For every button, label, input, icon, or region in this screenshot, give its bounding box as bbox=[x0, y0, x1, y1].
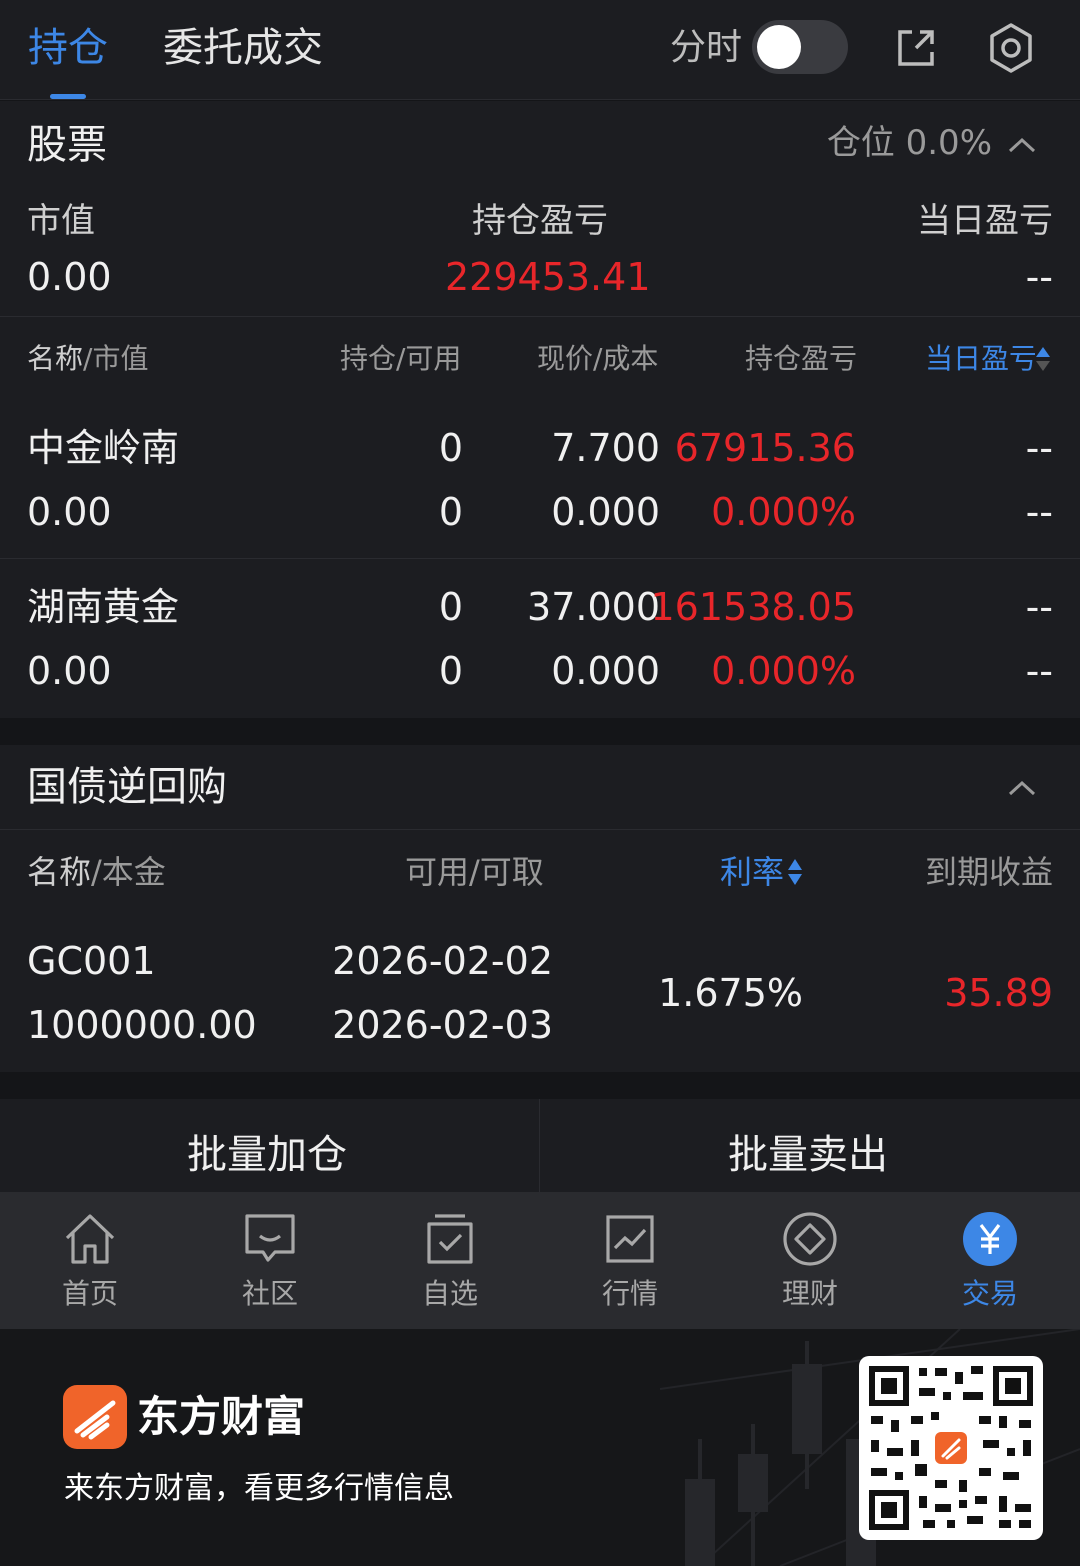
banner-slogan: 来东方财富，看更多行情信息 bbox=[64, 1471, 454, 1506]
stock-cost: 0.000 bbox=[551, 649, 660, 693]
repo-principal: 1000000.00 bbox=[27, 1003, 257, 1047]
col-header-daily-pl[interactable]: 当日盈亏 bbox=[925, 341, 1035, 377]
nav-community-label: 社区 bbox=[241, 1277, 298, 1310]
divider bbox=[0, 316, 1080, 317]
repo-col-header-income[interactable]: 到期收益 bbox=[925, 851, 1053, 893]
nav-home[interactable]: 首页 bbox=[30, 1210, 150, 1320]
repo-col-header-name-primary: 名称 bbox=[27, 853, 92, 891]
tab-orders[interactable]: 委托成交 bbox=[163, 22, 323, 74]
nav-trade-label: 交易 bbox=[961, 1277, 1018, 1310]
market-value: 0.00 bbox=[27, 255, 112, 299]
top-bar: 持仓 委托成交 分时 bbox=[0, 0, 1080, 100]
nav-home-label: 首页 bbox=[61, 1277, 118, 1310]
stock-hold: 0 bbox=[438, 426, 463, 470]
gear-icon[interactable] bbox=[985, 22, 1037, 74]
stock-daily-pl: -- bbox=[1025, 585, 1053, 629]
bottom-nav: 首页 社区 自选 行情 理财 交易 bbox=[0, 1192, 1080, 1329]
brand-name: 东方财富 bbox=[137, 1392, 306, 1441]
logo-icon bbox=[63, 1385, 127, 1449]
repo-income: 35.89 bbox=[944, 971, 1053, 1015]
nav-market-label: 行情 bbox=[601, 1277, 658, 1310]
wealth-icon bbox=[783, 1212, 837, 1266]
stock-pl: 161538.05 bbox=[650, 585, 857, 629]
stock-pl: 67915.36 bbox=[674, 426, 856, 470]
market-value-label: 市值 bbox=[27, 201, 95, 241]
sort-icon[interactable] bbox=[787, 857, 803, 887]
stock-available: 0 bbox=[438, 490, 463, 534]
nav-watchlist[interactable]: 自选 bbox=[390, 1210, 510, 1320]
stock-hold: 0 bbox=[438, 585, 463, 629]
share-external-icon[interactable] bbox=[892, 24, 940, 72]
stock-name: 中金岭南 bbox=[27, 426, 180, 470]
col-header-name[interactable]: 名称/市值 bbox=[27, 341, 148, 377]
fenshi-label: 分时 bbox=[670, 27, 743, 68]
stock-price: 37.000 bbox=[527, 585, 660, 629]
stock-section-title: 股票 bbox=[27, 122, 107, 168]
daily-pl-value: -- bbox=[1025, 255, 1053, 299]
stock-name: 湖南黄金 bbox=[27, 585, 180, 629]
repo-rate: 1.675% bbox=[658, 971, 803, 1015]
repo-col-header-name-secondary: /本金 bbox=[91, 853, 166, 891]
stock-cost: 0.000 bbox=[551, 490, 660, 534]
repo-date-withdraw: 2026-02-03 bbox=[332, 1003, 553, 1047]
divider bbox=[0, 558, 1080, 559]
stock-section: 股票 仓位 0.0% 市值 0.00 持仓盈亏 229453.41 当日盈亏 -… bbox=[0, 101, 1080, 718]
daily-pl-label: 当日盈亏 bbox=[917, 201, 1053, 241]
repo-date-available: 2026-02-02 bbox=[332, 939, 553, 983]
nav-watchlist-label: 自选 bbox=[421, 1277, 478, 1310]
chevron-up-icon[interactable] bbox=[1008, 137, 1036, 153]
holding-pl-value: 229453.41 bbox=[445, 255, 651, 299]
stock-available: 0 bbox=[438, 649, 463, 693]
repo-col-header-avail[interactable]: 可用/可取 bbox=[405, 851, 544, 893]
col-header-price[interactable]: 现价/成本 bbox=[537, 341, 658, 377]
repo-col-header-name[interactable]: 名称/本金 bbox=[27, 851, 166, 893]
stock-daily-pl-pct: -- bbox=[1025, 490, 1053, 534]
stock-market-value: 0.00 bbox=[27, 490, 112, 534]
divider bbox=[0, 829, 1080, 830]
repo-section: 国债逆回购 名称/本金 可用/可取 利率 到期收益 GC001 1000000.… bbox=[0, 745, 1080, 1072]
toggle-knob bbox=[757, 25, 801, 69]
stock-market-value: 0.00 bbox=[27, 649, 112, 693]
nav-community[interactable]: 社区 bbox=[210, 1210, 330, 1320]
stock-pl-pct: 0.000% bbox=[711, 649, 856, 693]
tab-holdings[interactable]: 持仓 bbox=[28, 22, 108, 74]
chat-icon bbox=[245, 1214, 295, 1262]
col-header-daily-pl-label: 当日盈亏 bbox=[925, 342, 1035, 375]
repo-code: GC001 bbox=[27, 939, 156, 983]
chevron-up-icon[interactable] bbox=[1008, 780, 1036, 796]
nav-wealth-label: 理财 bbox=[781, 1277, 838, 1310]
fenshi-toggle[interactable] bbox=[752, 20, 848, 74]
tab-active-indicator bbox=[50, 94, 86, 99]
repo-section-title: 国债逆回购 bbox=[27, 764, 227, 810]
divider bbox=[539, 1099, 540, 1192]
chart-icon bbox=[606, 1215, 654, 1263]
position-ratio: 仓位 0.0% bbox=[826, 123, 992, 163]
col-header-name-primary: 名称 bbox=[27, 342, 84, 375]
nav-wealth[interactable]: 理财 bbox=[750, 1210, 870, 1320]
stock-pl-pct: 0.000% bbox=[711, 490, 856, 534]
col-header-name-secondary: /市值 bbox=[83, 342, 149, 375]
nav-market[interactable]: 行情 bbox=[570, 1210, 690, 1320]
stock-price: 7.700 bbox=[551, 426, 660, 470]
batch-actions: 批量加仓 批量卖出 bbox=[0, 1099, 1080, 1192]
stock-daily-pl-pct: -- bbox=[1025, 649, 1053, 693]
qr-code[interactable] bbox=[859, 1356, 1043, 1540]
yuan-icon bbox=[963, 1212, 1017, 1266]
batch-add-button[interactable]: 批量加仓 bbox=[187, 1129, 347, 1181]
promo-banner: 东方财富 来东方财富，看更多行情信息 bbox=[0, 1329, 1080, 1566]
nav-trade[interactable]: 交易 bbox=[930, 1210, 1050, 1320]
home-icon bbox=[65, 1214, 115, 1264]
repo-col-header-rate[interactable]: 利率 bbox=[720, 851, 784, 893]
sort-icon[interactable] bbox=[1035, 345, 1051, 373]
col-header-pl[interactable]: 持仓盈亏 bbox=[745, 341, 857, 377]
col-header-hold[interactable]: 持仓/可用 bbox=[340, 341, 461, 377]
stock-daily-pl: -- bbox=[1025, 426, 1053, 470]
batch-sell-button[interactable]: 批量卖出 bbox=[728, 1129, 888, 1181]
holding-pl-label: 持仓盈亏 bbox=[472, 201, 608, 241]
watchlist-icon bbox=[427, 1214, 473, 1264]
